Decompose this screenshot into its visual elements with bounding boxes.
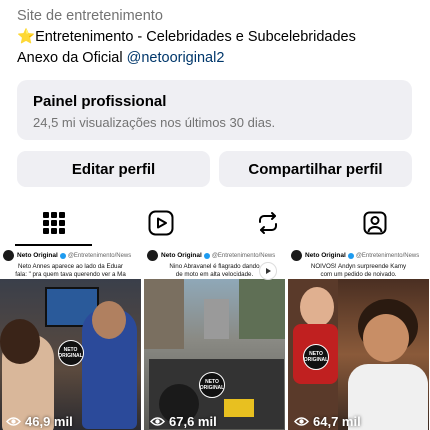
tab-reposts[interactable]: [214, 200, 321, 246]
reels-icon: [148, 210, 173, 236]
bio-line-1: ⭐Entretenimento - Celebridades e Subcele…: [17, 27, 420, 48]
panel-subtitle: 24,5 mi visualizações nos últimos 30 dia…: [33, 115, 276, 130]
tagged-icon: [363, 211, 386, 235]
post-header: Neto Original @Entretenimento/News Neto …: [0, 248, 141, 279]
star-icon: ⭐: [17, 29, 36, 45]
profile-bio: Site de entretenimento ⭐Entretenimento -…: [17, 6, 420, 69]
post-thumbnail[interactable]: Neto Original @Entretenimento/News Nino …: [144, 248, 285, 430]
posts-grid: Neto Original @Entretenimento/News Neto …: [0, 248, 430, 430]
view-count-text: 46,9 mil: [25, 414, 73, 429]
tab-reels[interactable]: [107, 200, 214, 246]
active-tab-indicator: [15, 244, 92, 246]
verified-icon: [59, 252, 66, 259]
post-handle: @Entretenimento/News: [211, 252, 276, 259]
profile-category: Site de entretenimento: [17, 8, 163, 24]
post-image: [144, 279, 285, 430]
edit-profile-button[interactable]: Editar perfil: [17, 151, 210, 187]
post-header: Neto Original @Entretenimento/News NOIVO…: [288, 248, 429, 279]
post-author: Neto Original: [161, 252, 202, 259]
panel-title: Painel profissional: [33, 93, 167, 110]
post-caption-line-1: NOIVOS! Andyn surpreende Kamy: [310, 263, 407, 270]
grid-icon: [42, 212, 65, 234]
verified-icon: [203, 252, 210, 259]
watermark-logo: NETO ORIGINAL: [57, 340, 84, 366]
watermark-logo: NETO ORIGINAL: [199, 372, 225, 398]
post-caption-line-2: fala: " pra quem tava querendo ver a Ma: [15, 270, 126, 278]
post-author: Neto Original: [17, 252, 58, 259]
post-caption-line-1: Neto Annes aparece ao lado da Eduar: [18, 263, 123, 270]
bio-line-2: Anexo da Oficial @netooriginal2: [17, 48, 420, 69]
post-handle: @Entretenimento/News: [355, 252, 420, 259]
avatar: [147, 250, 158, 261]
watermark-logo: NETO ORIGINAL: [303, 344, 329, 370]
tab-posts-grid[interactable]: [0, 200, 107, 246]
avatar: [291, 250, 302, 261]
post-handle: @Entretenimento/News: [67, 252, 132, 259]
view-count: 64,7 mil: [294, 414, 361, 429]
tab-tagged[interactable]: [321, 200, 428, 246]
eye-icon: [294, 417, 309, 426]
post-thumbnail[interactable]: Neto Original @Entretenimento/News NOIVO…: [288, 248, 429, 430]
view-count-text: 64,7 mil: [313, 414, 361, 429]
share-profile-button[interactable]: Compartilhar perfil: [219, 151, 412, 187]
post-thumbnail[interactable]: Neto Original @Entretenimento/News Neto …: [0, 248, 141, 430]
profile-mention-link[interactable]: @netooriginal2: [127, 50, 225, 66]
bio-text-2: Anexo da Oficial: [17, 50, 127, 66]
view-count: 46,9 mil: [6, 414, 73, 429]
eye-icon: [6, 417, 21, 426]
professional-dashboard[interactable]: Painel profissional 24,5 mi visualizaçõe…: [17, 80, 412, 140]
reposts-icon: [258, 212, 277, 234]
post-caption: NOIVOS! Andyn surpreende Kamy com um ped…: [291, 263, 426, 278]
post-author: Neto Original: [305, 252, 346, 259]
post-caption-line-2: com um pedido de noivado.: [320, 270, 397, 278]
profile-tabs: [0, 200, 430, 246]
post-caption: Neto Annes aparece ao lado da Eduar fala…: [3, 263, 138, 278]
avatar: [3, 250, 14, 261]
eye-icon: [150, 417, 165, 426]
verified-icon: [347, 252, 354, 259]
bio-text: Entretenimento - Celebridades e Subceleb…: [35, 29, 356, 45]
video-badge-icon: [259, 262, 277, 280]
view-count: 67,6 mil: [150, 414, 217, 429]
view-count-text: 67,6 mil: [169, 414, 217, 429]
